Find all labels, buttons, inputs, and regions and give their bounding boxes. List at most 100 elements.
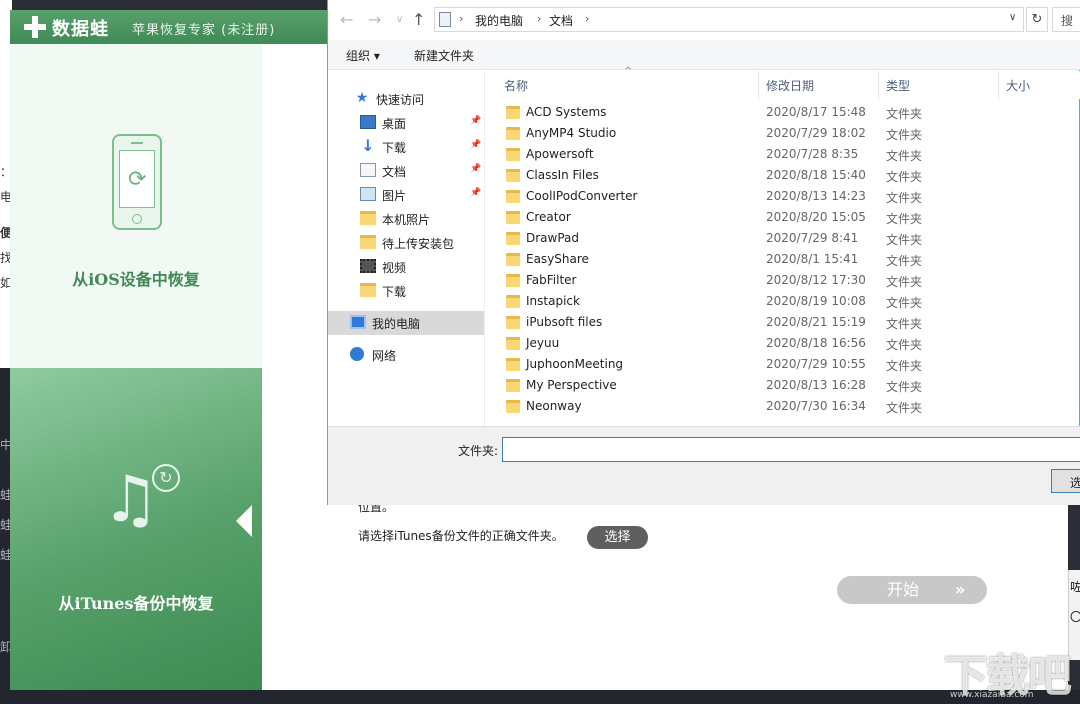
file-row[interactable]: EasyShare 2020/8/1 15:41 文件夹 bbox=[486, 250, 1080, 271]
mode-ios-recovery[interactable]: ⟳ 从iOS设备中恢复 bbox=[10, 44, 262, 368]
hint-text: 请选择iTunes备份文件的正确文件夹。 bbox=[358, 529, 564, 543]
file-row[interactable]: AnyMP4 Studio 2020/7/29 18:02 文件夹 bbox=[486, 124, 1080, 145]
mode-itunes-label: 从iTunes备份中恢复 bbox=[58, 594, 214, 613]
file-name: DrawPad bbox=[526, 231, 580, 245]
file-row[interactable]: ClassIn Files 2020/8/18 15:40 文件夹 bbox=[486, 166, 1080, 187]
file-type: 文件夹 bbox=[886, 191, 923, 205]
file-date: 2020/8/18 15:40 bbox=[766, 168, 866, 182]
column-size[interactable]: 大小 bbox=[1006, 77, 1030, 94]
file-name: Apowersoft bbox=[526, 147, 594, 161]
folder-icon bbox=[506, 274, 520, 287]
file-name: ClassIn Files bbox=[526, 168, 599, 182]
sync-icon: ⟳ bbox=[128, 167, 147, 192]
file-row[interactable]: DrawPad 2020/7/29 8:41 文件夹 bbox=[486, 229, 1080, 250]
folder-icon bbox=[506, 337, 520, 350]
file-row[interactable]: My Perspective 2020/8/13 16:28 文件夹 bbox=[486, 376, 1080, 397]
watermark-url: www.xiazaiba.com bbox=[950, 690, 1034, 700]
file-row[interactable]: Instapick 2020/8/19 10:08 文件夹 bbox=[486, 292, 1080, 313]
logo-cross-icon bbox=[24, 16, 46, 38]
folder-icon bbox=[360, 283, 376, 297]
file-row[interactable]: ACD Systems 2020/8/17 15:48 文件夹 bbox=[486, 103, 1080, 124]
address-bar[interactable]: › 我的电脑 › 文档 › ∨ bbox=[434, 7, 1024, 32]
music-note-icon: ♫ bbox=[102, 463, 160, 537]
file-name: Creator bbox=[526, 210, 571, 224]
forward-arrow-icon[interactable]: → bbox=[368, 10, 381, 29]
pin-icon[interactable]: 📌 bbox=[470, 188, 481, 198]
folder-icon bbox=[506, 211, 520, 224]
file-type: 文件夹 bbox=[886, 380, 923, 394]
file-row[interactable]: CoolIPodConverter 2020/8/13 14:23 文件夹 bbox=[486, 187, 1080, 208]
file-type: 文件夹 bbox=[886, 170, 923, 184]
select-folder-button[interactable]: 选择文件夹 bbox=[1051, 469, 1080, 493]
start-button[interactable]: 开始 » bbox=[837, 576, 987, 604]
file-name: FabFilter bbox=[526, 273, 577, 287]
column-date[interactable]: 修改日期 bbox=[766, 77, 814, 94]
file-name: Neonway bbox=[526, 399, 582, 413]
folder-icon bbox=[506, 316, 520, 329]
file-name: My Perspective bbox=[526, 378, 617, 392]
back-arrow-icon[interactable]: ← bbox=[340, 10, 353, 29]
file-date: 2020/7/28 8:35 bbox=[766, 147, 859, 161]
mode-ios-label: 从iOS设备中恢复 bbox=[72, 270, 200, 289]
file-date: 2020/8/18 16:56 bbox=[766, 336, 866, 350]
column-type[interactable]: 类型 bbox=[886, 77, 910, 94]
file-date: 2020/7/29 18:02 bbox=[766, 126, 866, 140]
file-row[interactable]: Apowersoft 2020/7/28 8:35 文件夹 bbox=[486, 145, 1080, 166]
video-icon bbox=[360, 259, 376, 273]
file-type: 文件夹 bbox=[886, 254, 923, 268]
new-folder-button[interactable]: 新建文件夹 bbox=[414, 47, 474, 64]
organize-menu[interactable]: 组织 ▾ bbox=[346, 47, 380, 64]
file-date: 2020/8/13 16:28 bbox=[766, 378, 866, 392]
file-type: 文件夹 bbox=[886, 317, 923, 331]
pin-icon[interactable]: 📌 bbox=[470, 116, 481, 126]
file-list: ACD Systems 2020/8/17 15:48 文件夹 AnyMP4 Stud… bbox=[486, 103, 1080, 425]
choose-folder-button[interactable]: 选择 bbox=[587, 526, 648, 549]
address-row: ← → ∨ ↑ › 我的电脑 › 文档 › ∨ ↻ 搜 bbox=[328, 0, 1080, 40]
background-text: 〇 bbox=[1070, 610, 1080, 624]
file-row[interactable]: Jeyuu 2020/8/18 16:56 文件夹 bbox=[486, 334, 1080, 355]
search-input[interactable]: 搜 bbox=[1052, 7, 1080, 32]
file-name: Jeyuu bbox=[526, 336, 560, 350]
file-row[interactable]: iPubsoft files 2020/8/21 15:19 文件夹 bbox=[486, 313, 1080, 334]
file-row[interactable]: JuphoonMeeting 2020/7/29 10:55 文件夹 bbox=[486, 355, 1080, 376]
document-icon bbox=[439, 12, 451, 27]
taskbar bbox=[0, 690, 1080, 704]
refresh-icon[interactable]: ↻ bbox=[1026, 7, 1048, 32]
background-text: 咗 bbox=[1070, 580, 1080, 594]
file-date: 2020/8/17 15:48 bbox=[766, 105, 866, 119]
file-date: 2020/7/30 16:34 bbox=[766, 399, 866, 413]
file-name: EasyShare bbox=[526, 252, 589, 266]
file-type: 文件夹 bbox=[886, 296, 923, 310]
file-type: 文件夹 bbox=[886, 107, 923, 121]
up-arrow-icon[interactable]: ↑ bbox=[412, 10, 425, 29]
pin-icon[interactable]: 📌 bbox=[470, 140, 481, 150]
recent-dropdown-icon[interactable]: ∨ bbox=[396, 14, 403, 25]
breadcrumb-item[interactable]: 我的电脑 bbox=[475, 12, 523, 29]
file-date: 2020/8/13 14:23 bbox=[766, 189, 866, 203]
breadcrumb-item[interactable]: 文档 bbox=[549, 12, 573, 29]
folder-icon bbox=[360, 211, 376, 225]
mode-itunes-recovery[interactable]: ♫ ↻ 从iTunes备份中恢复 bbox=[10, 368, 262, 690]
pin-icon[interactable]: 📌 bbox=[470, 164, 481, 174]
file-name: JuphoonMeeting bbox=[526, 357, 624, 371]
file-row[interactable]: Creator 2020/8/20 15:05 文件夹 bbox=[486, 208, 1080, 229]
folder-icon bbox=[506, 127, 520, 140]
file-name: CoolIPodConverter bbox=[526, 189, 638, 203]
file-date: 2020/7/29 8:41 bbox=[766, 231, 859, 245]
folder-icon bbox=[506, 295, 520, 308]
file-date: 2020/8/21 15:19 bbox=[766, 315, 866, 329]
column-name[interactable]: 名称 bbox=[504, 77, 528, 94]
file-name: Instapick bbox=[526, 294, 580, 308]
network-icon bbox=[350, 347, 364, 361]
folder-icon bbox=[506, 232, 520, 245]
file-row[interactable]: Neonway 2020/7/30 16:34 文件夹 bbox=[486, 397, 1080, 418]
selected-mode-indicator bbox=[236, 505, 252, 537]
file-date: 2020/8/1 15:41 bbox=[766, 252, 859, 266]
folder-path-input[interactable] bbox=[502, 437, 1080, 462]
file-name: ACD Systems bbox=[526, 105, 607, 119]
file-type: 文件夹 bbox=[886, 233, 923, 247]
computer-icon bbox=[350, 315, 366, 329]
chevron-down-icon[interactable]: ∨ bbox=[1009, 12, 1016, 23]
file-row[interactable]: FabFilter 2020/8/12 17:30 文件夹 bbox=[486, 271, 1080, 292]
folder-icon bbox=[506, 379, 520, 392]
